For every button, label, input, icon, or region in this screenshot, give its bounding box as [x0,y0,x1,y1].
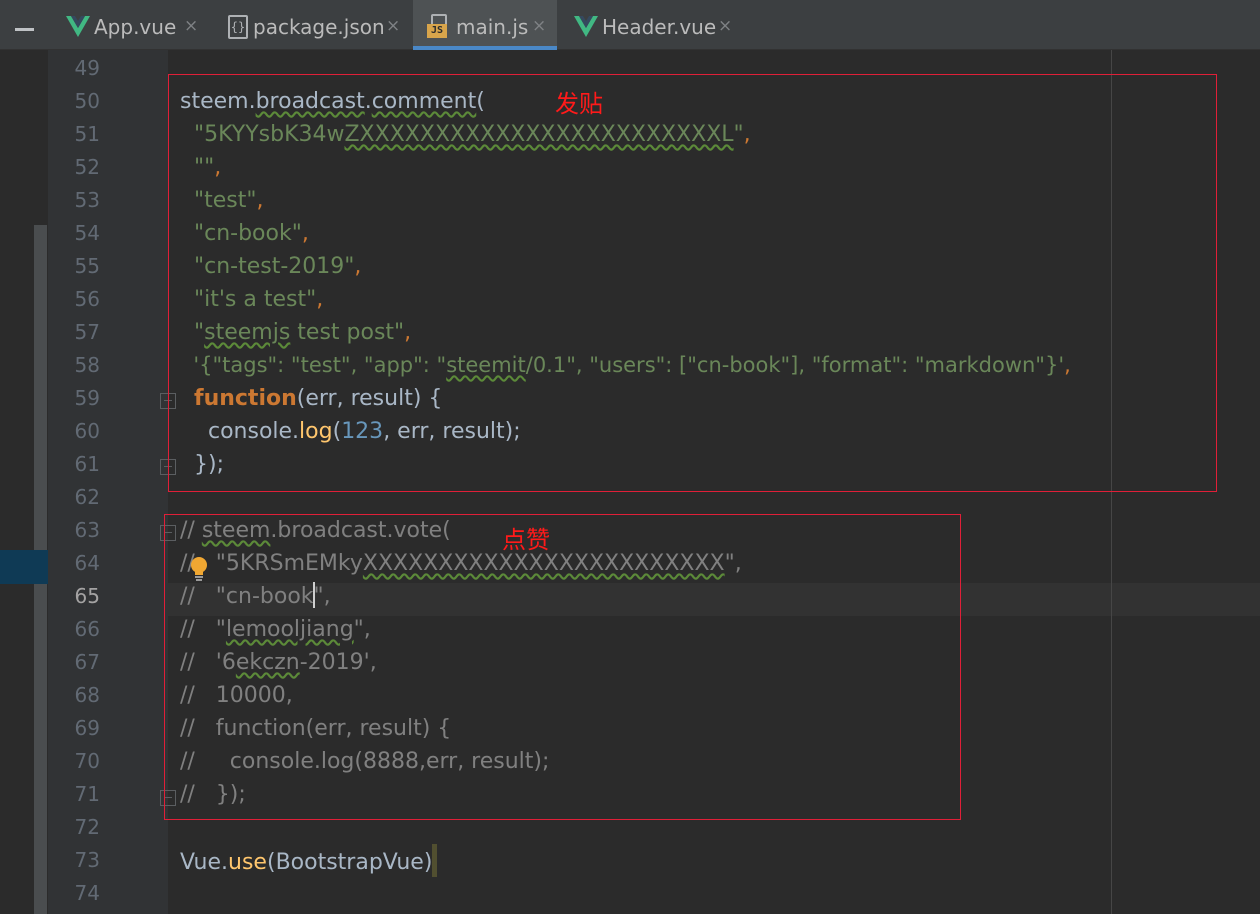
line-number: 60 [74,419,100,443]
close-tab-icon[interactable]: × [532,16,546,36]
line-number: 69 [74,716,100,740]
js-file-icon: JS [427,14,449,40]
vue-icon [574,16,598,37]
annotation-like-label: 点赞 [502,526,550,554]
line-number: 54 [74,221,100,245]
line-number: 73 [74,848,100,872]
line-number: 49 [74,56,100,80]
annotation-box-like [164,514,961,820]
line-number: 64 [74,551,100,575]
tab-header-vue[interactable]: Header.vue × [560,0,744,50]
line-number: 71 [74,782,100,806]
json-file-icon: {} [228,15,248,39]
tab-main-js[interactable]: JS main.js × [413,0,557,50]
line-number: 53 [74,188,100,212]
line-number: 50 [74,89,100,113]
minus-icon [15,28,34,31]
vue-icon [66,16,90,37]
close-tab-icon[interactable]: × [184,16,198,36]
tab-package-json[interactable]: {} package.json × [210,0,410,50]
line-number: 63 [74,518,100,542]
line-number: 67 [74,650,100,674]
line-number: 51 [74,122,100,146]
collapse-sidebar-button[interactable] [0,0,50,50]
close-tab-icon[interactable]: × [386,16,400,36]
line-number: 66 [74,617,100,641]
line-number: 59 [74,386,100,410]
annotation-post-label: 发贴 [555,90,603,118]
line-number: 55 [74,254,100,278]
line-number: 70 [74,749,100,773]
line-number: 52 [74,155,100,179]
tab-label: App.vue [94,15,177,39]
line-number: 74 [74,881,100,905]
line-number: 58 [74,353,100,377]
tab-app-vue[interactable]: App.vue × [52,0,208,50]
annotation-box-post [168,74,1217,492]
line-number: 68 [74,683,100,707]
tab-label: Header.vue [602,15,717,39]
line-number: 57 [74,320,100,344]
editor-tab-bar: App.vue × {} package.json × JS main.js ×… [0,0,1260,50]
scrollbar-position-marker [0,550,48,584]
tab-label: package.json [253,15,385,39]
line-number-current: 65 [74,584,100,608]
close-tab-icon[interactable]: × [718,16,732,36]
code-line-73: Vue.use(BootstrapVue) [180,844,438,879]
line-number: 62 [74,485,100,509]
line-number: 72 [74,815,100,839]
line-number: 61 [74,452,100,476]
bracket-highlight [432,844,438,877]
line-number: 56 [74,287,100,311]
tab-label: main.js [456,15,529,39]
